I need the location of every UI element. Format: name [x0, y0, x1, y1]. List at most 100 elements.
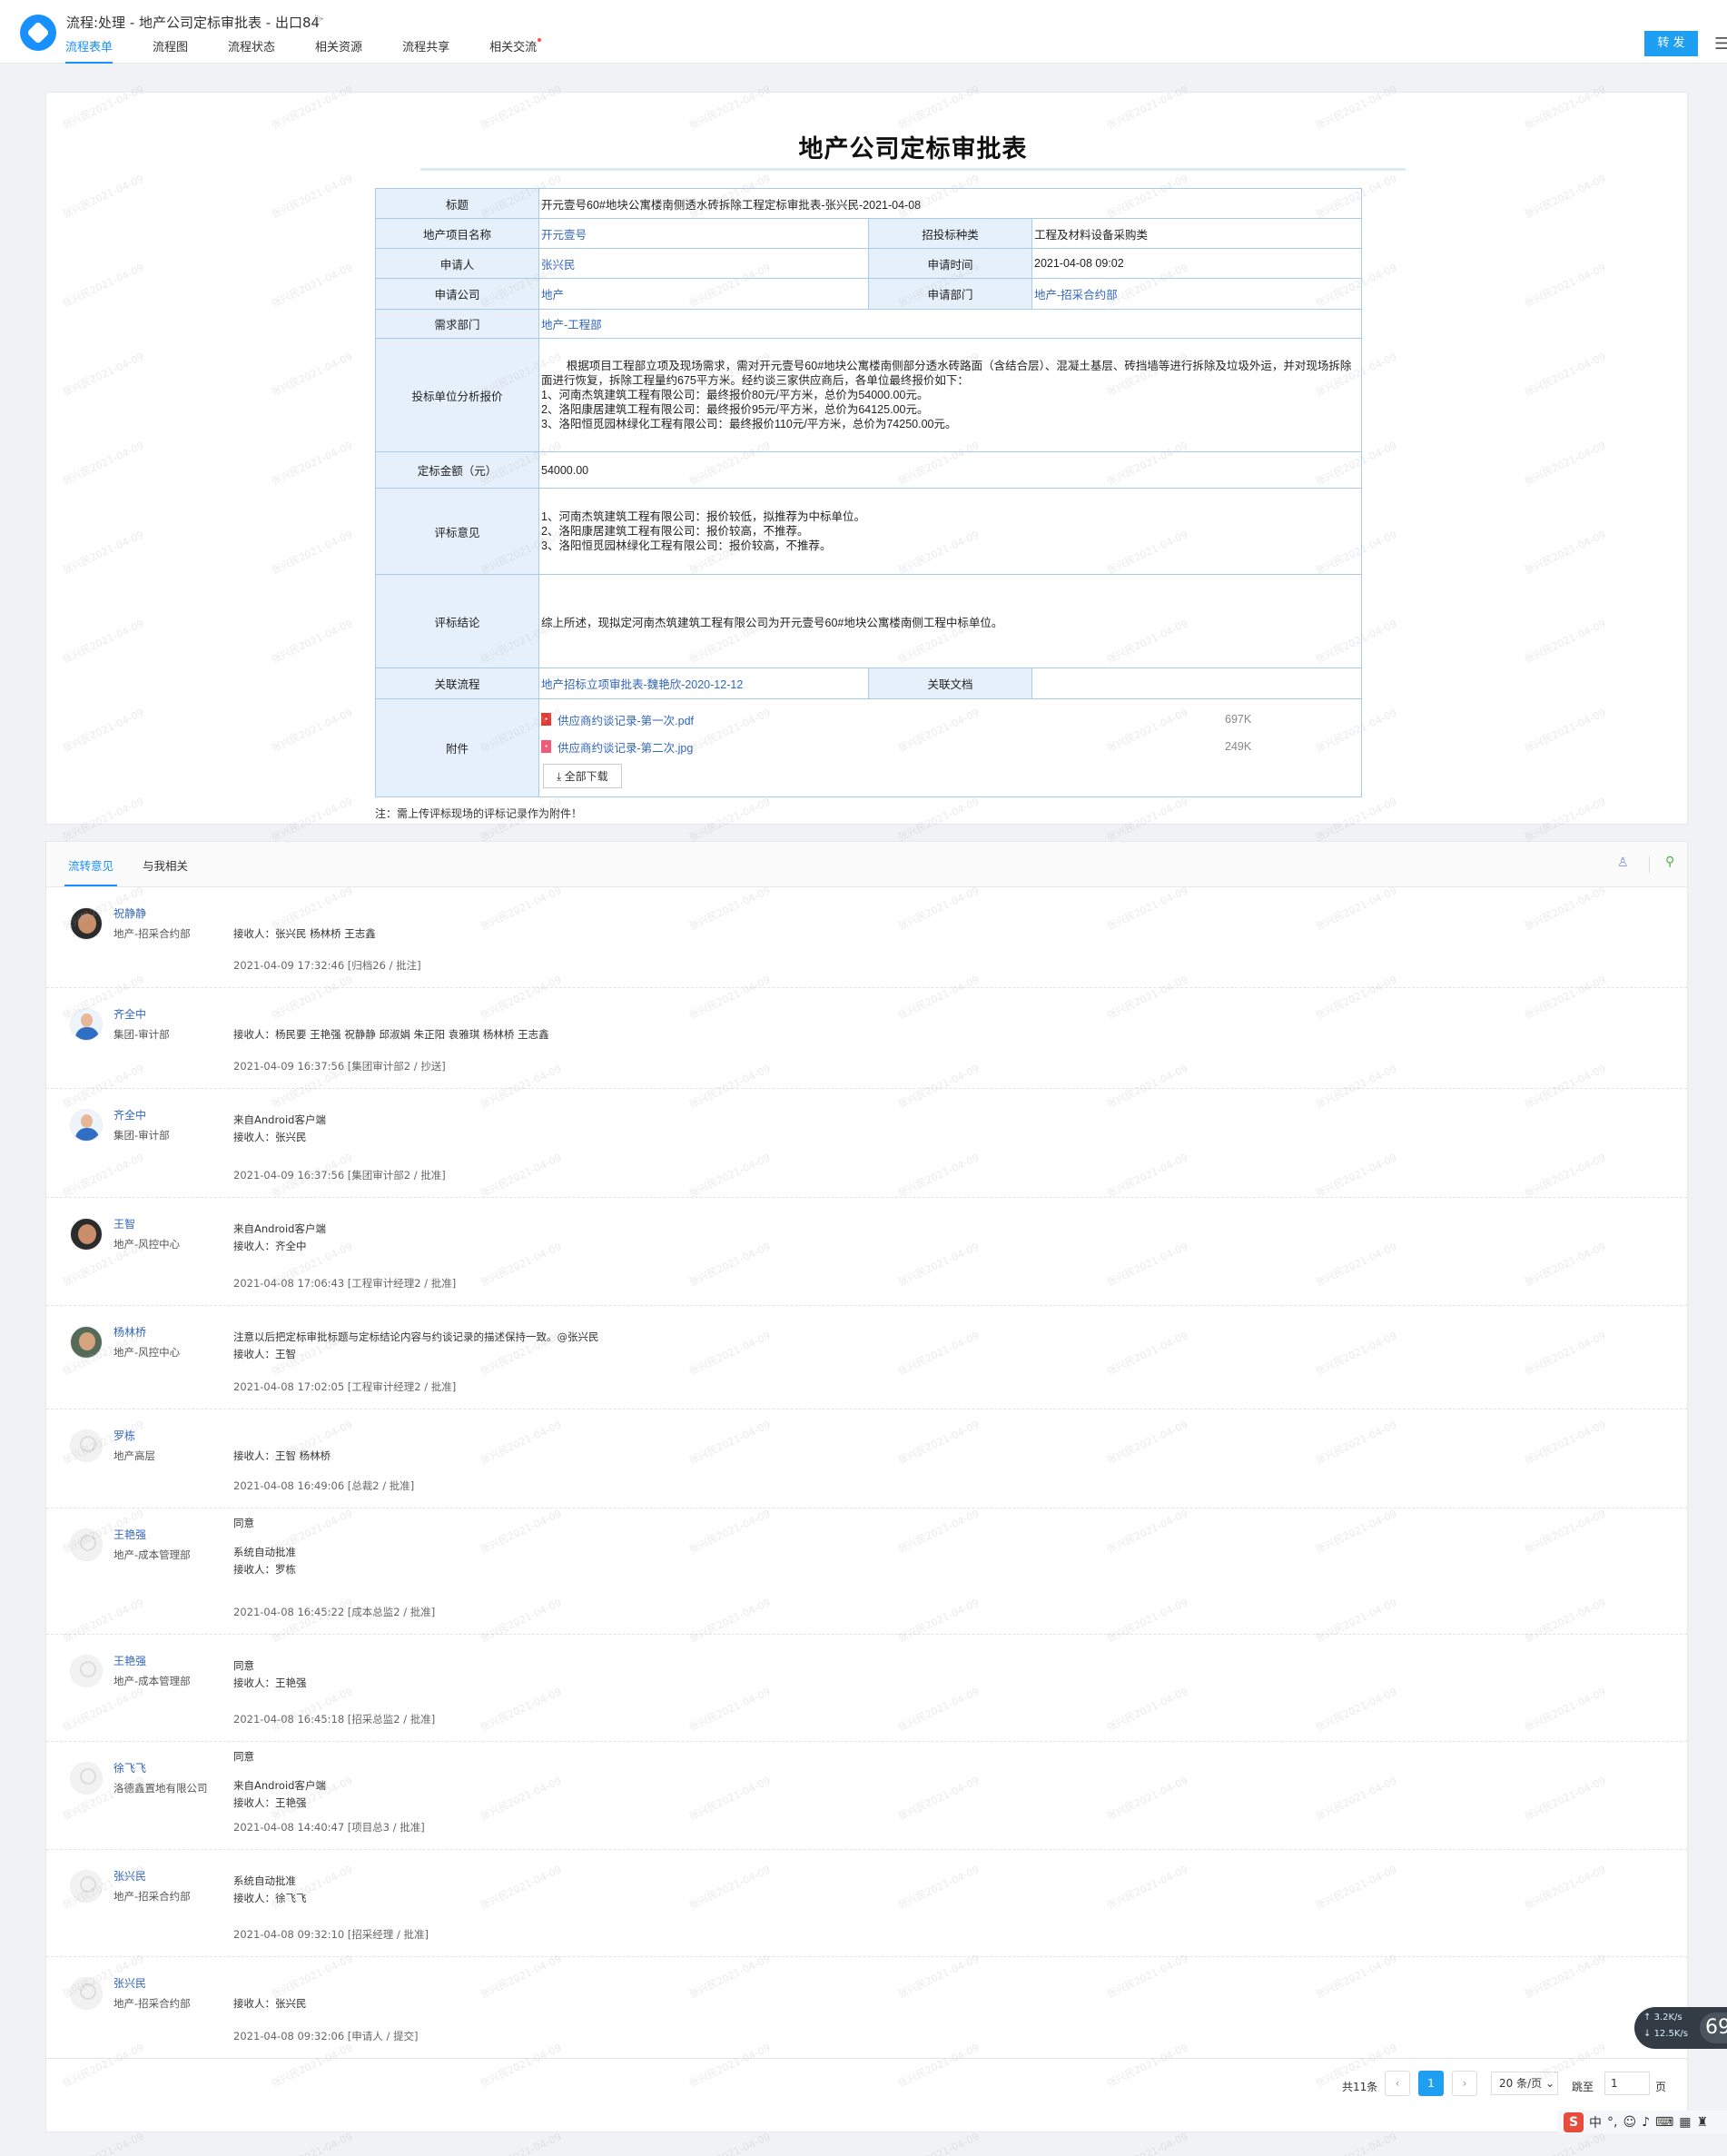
label-related-flow: 关联流程: [375, 668, 539, 699]
toolbox-icon[interactable]: ▦: [1679, 2115, 1691, 2130]
related-flow-link[interactable]: 地产招标立项审批表-魏艳欣-2020-12-12: [541, 678, 743, 691]
watermark-text: 张兴民2021-04-09: [1314, 2131, 1399, 2156]
comment-entry: 齐全中 集团-审计部 接收人：杨民要 王艳强 祝静静 邱淑娟 朱正阳 袁雅琪 杨林桥…: [46, 988, 1687, 1089]
comment-node: [工程审计经理2 / 批准]: [347, 1277, 457, 1290]
search-icon[interactable]: ⚲: [1665, 855, 1674, 869]
download-all-label: 全部下载: [564, 770, 608, 783]
comment-meta: 2021-04-08 17:02:05 [工程审计经理2 / 批准]: [233, 1380, 456, 1394]
avatar[interactable]: [70, 1870, 103, 1903]
watermark-text: 张兴民2021-04-09: [1105, 2131, 1190, 2156]
label-bid-type: 招投标种类: [868, 218, 1032, 249]
emoji-icon[interactable]: ☺: [1623, 2115, 1636, 2130]
tab-flow-form[interactable]: 流程表单: [65, 40, 113, 64]
commenter-name[interactable]: 张兴民: [113, 1975, 146, 1991]
avatar[interactable]: [70, 907, 103, 940]
commenter-name[interactable]: 王艳强: [113, 1653, 146, 1668]
attachment-link[interactable]: 供应商约谈记录-第一次.pdf: [558, 711, 1225, 728]
ime-logo-icon[interactable]: S: [1564, 2112, 1584, 2132]
commenter-name[interactable]: 罗栋: [113, 1428, 135, 1443]
prev-page-button[interactable]: ‹: [1385, 2071, 1410, 2096]
value-title: 开元壹号60#地块公寓楼南侧透水砖拆除工程定标审批表-张兴民-2021-04-0…: [538, 188, 1362, 219]
company-link[interactable]: 地产: [541, 289, 564, 302]
avatar[interactable]: [70, 1008, 103, 1041]
value-quote-analysis: 根据项目工程部立项及现场需求，需对开元壹号60#地块公寓楼南侧部分透水砖路面（含…: [538, 338, 1362, 452]
commenter-name[interactable]: 齐全中: [113, 1107, 146, 1123]
tag-icon[interactable]: ⌲: [314, 12, 324, 26]
commenter-name[interactable]: 王艳强: [113, 1527, 146, 1542]
comment-meta: 2021-04-08 16:45:22 [成本总监2 / 批准]: [233, 1605, 435, 1619]
avatar[interactable]: [70, 1528, 103, 1561]
comment-node: [归档26 / 批注]: [347, 959, 421, 972]
commenter-name[interactable]: 杨林桥: [113, 1324, 146, 1340]
avatar[interactable]: [70, 1977, 103, 2010]
tab-related-to-me[interactable]: 与我相关: [143, 856, 188, 874]
commenter-name[interactable]: 王智: [113, 1216, 135, 1231]
comment-line: 同意: [233, 1750, 254, 1763]
next-page-button[interactable]: ›: [1452, 2071, 1477, 2096]
tab-flow-chart[interactable]: 流程图: [153, 40, 188, 64]
avatar[interactable]: [70, 1429, 103, 1462]
page-size-value: 20 条/页: [1499, 2077, 1543, 2090]
comment-entry: 徐飞飞 洛德鑫置地有限公司 同意 来自Android客户端 接收人：王艳强 2021-04…: [46, 1742, 1687, 1850]
tab-flow-status[interactable]: 流程状态: [228, 40, 275, 64]
comment-entry: 王艳强 地产-成本管理部 同意 系统自动批准 接收人：罗栋 2021-04-08 16:4…: [46, 1508, 1687, 1635]
person-icon[interactable]: ♙: [1617, 855, 1629, 870]
keyboard-icon[interactable]: ⌨: [1655, 2115, 1673, 2130]
comment-time: 2021-04-08 09:32:06: [233, 2030, 345, 2042]
label-opinion: 评标意见: [375, 488, 539, 575]
form-title: 地产公司定标审批表: [798, 135, 1028, 163]
comment-meta: 2021-04-08 09:32:06 [申请人 / 提交]: [233, 2029, 418, 2043]
tab-related-discussion[interactable]: 相关交流: [489, 38, 542, 64]
comment-entry: 齐全中 集团-审计部 来自Android客户端 接收人：张兴民 2021-04-09 1…: [46, 1089, 1687, 1198]
comment-time: 2021-04-08 16:49:06: [233, 1479, 345, 1492]
page-size-select[interactable]: 20 条/页 ⌄: [1491, 2072, 1558, 2095]
goto-page-input[interactable]: 1: [1604, 2072, 1650, 2095]
page-button[interactable]: 1: [1418, 2071, 1444, 2096]
avatar[interactable]: [70, 1218, 103, 1251]
microphone-icon[interactable]: ♪: [1642, 2115, 1650, 2130]
goto-label: 跳至: [1572, 2081, 1594, 2093]
tab-flow-opinions[interactable]: 流转意见: [64, 856, 118, 886]
avatar[interactable]: [70, 1326, 103, 1359]
comment-line: 接收人：杨民要 王艳强 祝静静 邱淑娟 朱正阳 袁雅琪 杨林桥 王志鑫: [233, 1028, 549, 1041]
commenter-name[interactable]: 徐飞飞: [113, 1760, 146, 1775]
commenter-dept: 地产高层: [113, 1449, 155, 1462]
comment-entry: 张兴民 地产-招采合约部 接收人：张兴民 2021-04-08 09:32:06 [申…: [46, 1957, 1687, 2059]
label-quote-analysis: 投标单位分析报价: [375, 338, 539, 452]
tab-related-resources[interactable]: 相关资源: [315, 40, 362, 64]
ime-lang-toggle[interactable]: 中: [1589, 2113, 1602, 2131]
skin-icon[interactable]: ♜: [1696, 2115, 1708, 2130]
dept-link[interactable]: 地产-招采合约部: [1034, 289, 1118, 302]
avatar[interactable]: [70, 1109, 103, 1142]
menu-icon[interactable]: ☰: [1714, 35, 1727, 54]
project-link[interactable]: 开元壹号: [541, 229, 587, 242]
avatar[interactable]: [70, 1762, 103, 1795]
ime-toolbar: S 中 °, ☺ ♪ ⌨ ▦ ♜: [1558, 2111, 1727, 2134]
avatar[interactable]: [70, 1655, 103, 1687]
comment-line: 接收人：张兴民: [233, 1131, 307, 1143]
commenter-dept: 地产-成本管理部: [113, 1675, 191, 1687]
download-all-button[interactable]: ⤓ 全部下载: [543, 764, 622, 788]
network-speed-widget[interactable]: ↑ 3.2K/s ↓ 12.5K/s 69: [1634, 2007, 1727, 2049]
label-company: 申请公司: [375, 278, 539, 310]
tab-flow-share[interactable]: 流程共享: [402, 40, 449, 64]
commenter-name[interactable]: 张兴民: [113, 1868, 146, 1884]
commenter-dept: 地产-风控中心: [113, 1346, 181, 1359]
commenter-name[interactable]: 齐全中: [113, 1006, 146, 1022]
speed-score: 69: [1700, 2013, 1727, 2043]
punctuation-icon[interactable]: °,: [1607, 2115, 1617, 2130]
comment-node: [成本总监2 / 批准]: [347, 1606, 436, 1618]
attachment-link[interactable]: 供应商约谈记录-第二次.jpg: [558, 738, 1225, 756]
comment-time: 2021-04-08 17:06:43: [233, 1277, 345, 1290]
forward-button[interactable]: 转 发: [1644, 31, 1698, 56]
watermark-text: 张兴民2021-04-09: [896, 2131, 982, 2156]
commenter-name[interactable]: 祝静静: [113, 905, 146, 921]
comment-entry: 王智 地产-风控中心 来自Android客户端 接收人：齐全中 2021-04-08 1…: [46, 1198, 1687, 1306]
comment-line: 接收人：王艳强: [233, 1796, 307, 1809]
demand-dept-link[interactable]: 地产-工程部: [541, 319, 602, 331]
value-opinion: 1、河南杰筑建筑工程有限公司：报价较低，拟推荐为中标单位。 2、洛阳康居建筑工程…: [538, 488, 1362, 575]
applicant-link[interactable]: 张兴民: [541, 259, 576, 272]
comment-meta: 2021-04-08 16:45:18 [招采总监2 / 批准]: [233, 1712, 435, 1726]
comment-time: 2021-04-08 09:32:10: [233, 1928, 345, 1941]
arrow-down-icon: ↓: [1643, 2029, 1654, 2039]
